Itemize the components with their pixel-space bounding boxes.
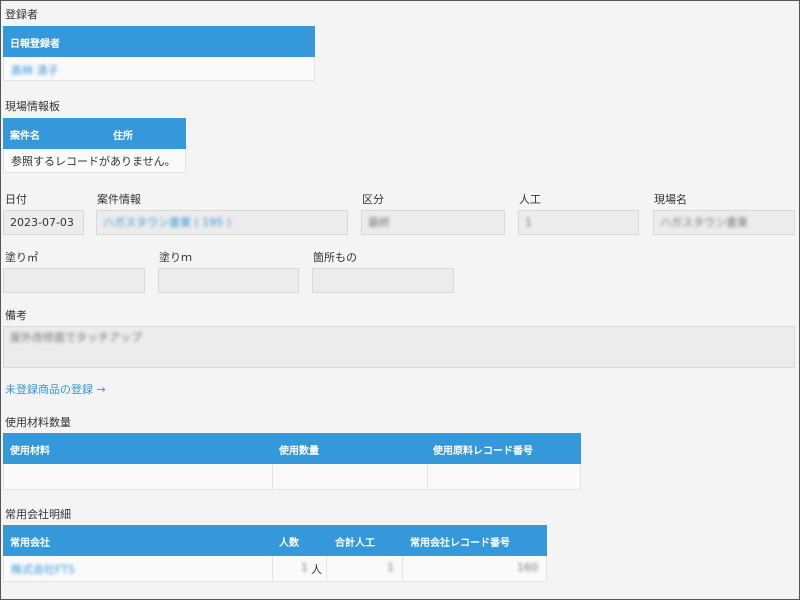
category-value: 最終 — [368, 216, 390, 229]
column-header-total-labor: 合計人工 — [335, 538, 375, 549]
paint-sqm-field[interactable] — [3, 268, 145, 293]
site-name-value: ハガスタウン書東 — [660, 216, 748, 229]
column-header-company-record-no: 常用会社レコード番号 — [410, 538, 510, 549]
site-name-field[interactable]: ハガスタウン書東 — [653, 210, 795, 235]
registrant-value[interactable]: 高林 清子 — [11, 62, 59, 78]
category-label: 区分 — [362, 193, 384, 206]
column-header-quantity: 使用数量 — [279, 446, 319, 457]
column-header-project-name: 案件名 — [10, 131, 40, 142]
materials-section-label: 使用材料数量 — [5, 416, 71, 429]
labor-field[interactable]: 1 — [518, 210, 639, 235]
empty-records-message: 参照するレコードがありません。 — [11, 155, 176, 168]
total-labor-cell: 1 — [327, 556, 403, 581]
category-field[interactable]: 最終 — [361, 210, 505, 235]
company-value[interactable]: 株式会社FTS — [11, 561, 75, 577]
labor-value: 1 — [525, 216, 532, 229]
labor-label: 人工 — [519, 193, 541, 206]
registrant-table-header: 日報登録者 — [3, 26, 315, 57]
project-info-record-no[interactable]: ( 195 ) — [195, 216, 232, 229]
spots-label: 箇所もの — [313, 251, 357, 264]
project-info-label: 案件情報 — [97, 193, 141, 206]
column-header-material-record-no: 使用原料レコード番号 — [433, 446, 533, 457]
paint-m-field[interactable] — [158, 268, 299, 293]
date-label: 日付 — [5, 193, 27, 206]
staff-table-row: 株式会社FTS 1 人 1 160 — [3, 556, 547, 582]
paint-m-label: 塗りｍ — [159, 251, 192, 264]
column-header-address: 住所 — [113, 131, 133, 142]
material-cell[interactable] — [4, 464, 273, 489]
registrant-column-header: 日報登録者 — [10, 39, 60, 50]
date-value: 2023-07-03 — [10, 216, 74, 229]
company-cell: 株式会社FTS — [4, 556, 273, 581]
registrant-table-row: 高林 清子 — [3, 57, 315, 81]
quantity-cell[interactable] — [273, 464, 428, 489]
remarks-field[interactable]: 屋外改修面でタッチアップ — [3, 326, 795, 368]
materials-table-row — [3, 464, 581, 490]
staff-section-label: 常用会社明細 — [5, 508, 71, 521]
project-info-value[interactable]: ハガスタウン書東 — [103, 216, 191, 229]
spots-field[interactable] — [312, 268, 454, 293]
site-name-label: 現場名 — [654, 193, 687, 206]
headcount-value: 1 — [301, 561, 308, 574]
date-field[interactable]: 2023-07-03 — [3, 210, 84, 235]
staff-table-header: 常用会社 人数 合計人工 常用会社レコード番号 — [3, 525, 547, 556]
project-info-field[interactable]: ハガスタウン書東 ( 195 ) — [96, 210, 348, 235]
column-header-headcount: 人数 — [279, 538, 299, 549]
remarks-value: 屋外改修面でタッチアップ — [10, 331, 142, 344]
remarks-label: 備考 — [5, 309, 27, 322]
headcount-cell: 1 人 — [273, 556, 327, 581]
material-record-no-cell[interactable] — [428, 464, 580, 489]
site-board-table-header: 案件名 住所 — [3, 118, 186, 149]
registrant-section-label: 登録者 — [5, 8, 38, 21]
company-record-no-cell: 160 — [403, 556, 546, 581]
materials-table-header: 使用材料 使用数量 使用原料レコード番号 — [3, 433, 581, 464]
site-board-section-label: 現場情報板 — [5, 100, 60, 113]
register-unregistered-product-link[interactable]: 未登録商品の登録 → — [5, 381, 106, 397]
column-header-material: 使用材料 — [10, 446, 50, 457]
total-labor-value: 1 — [387, 561, 394, 574]
company-record-no-value: 160 — [517, 561, 538, 574]
paint-sqm-label: 塗り㎡ — [5, 251, 38, 264]
headcount-unit: 人 — [311, 563, 322, 576]
site-board-empty-row: 参照するレコードがありません。 — [3, 149, 186, 173]
column-header-company: 常用会社 — [10, 538, 50, 549]
